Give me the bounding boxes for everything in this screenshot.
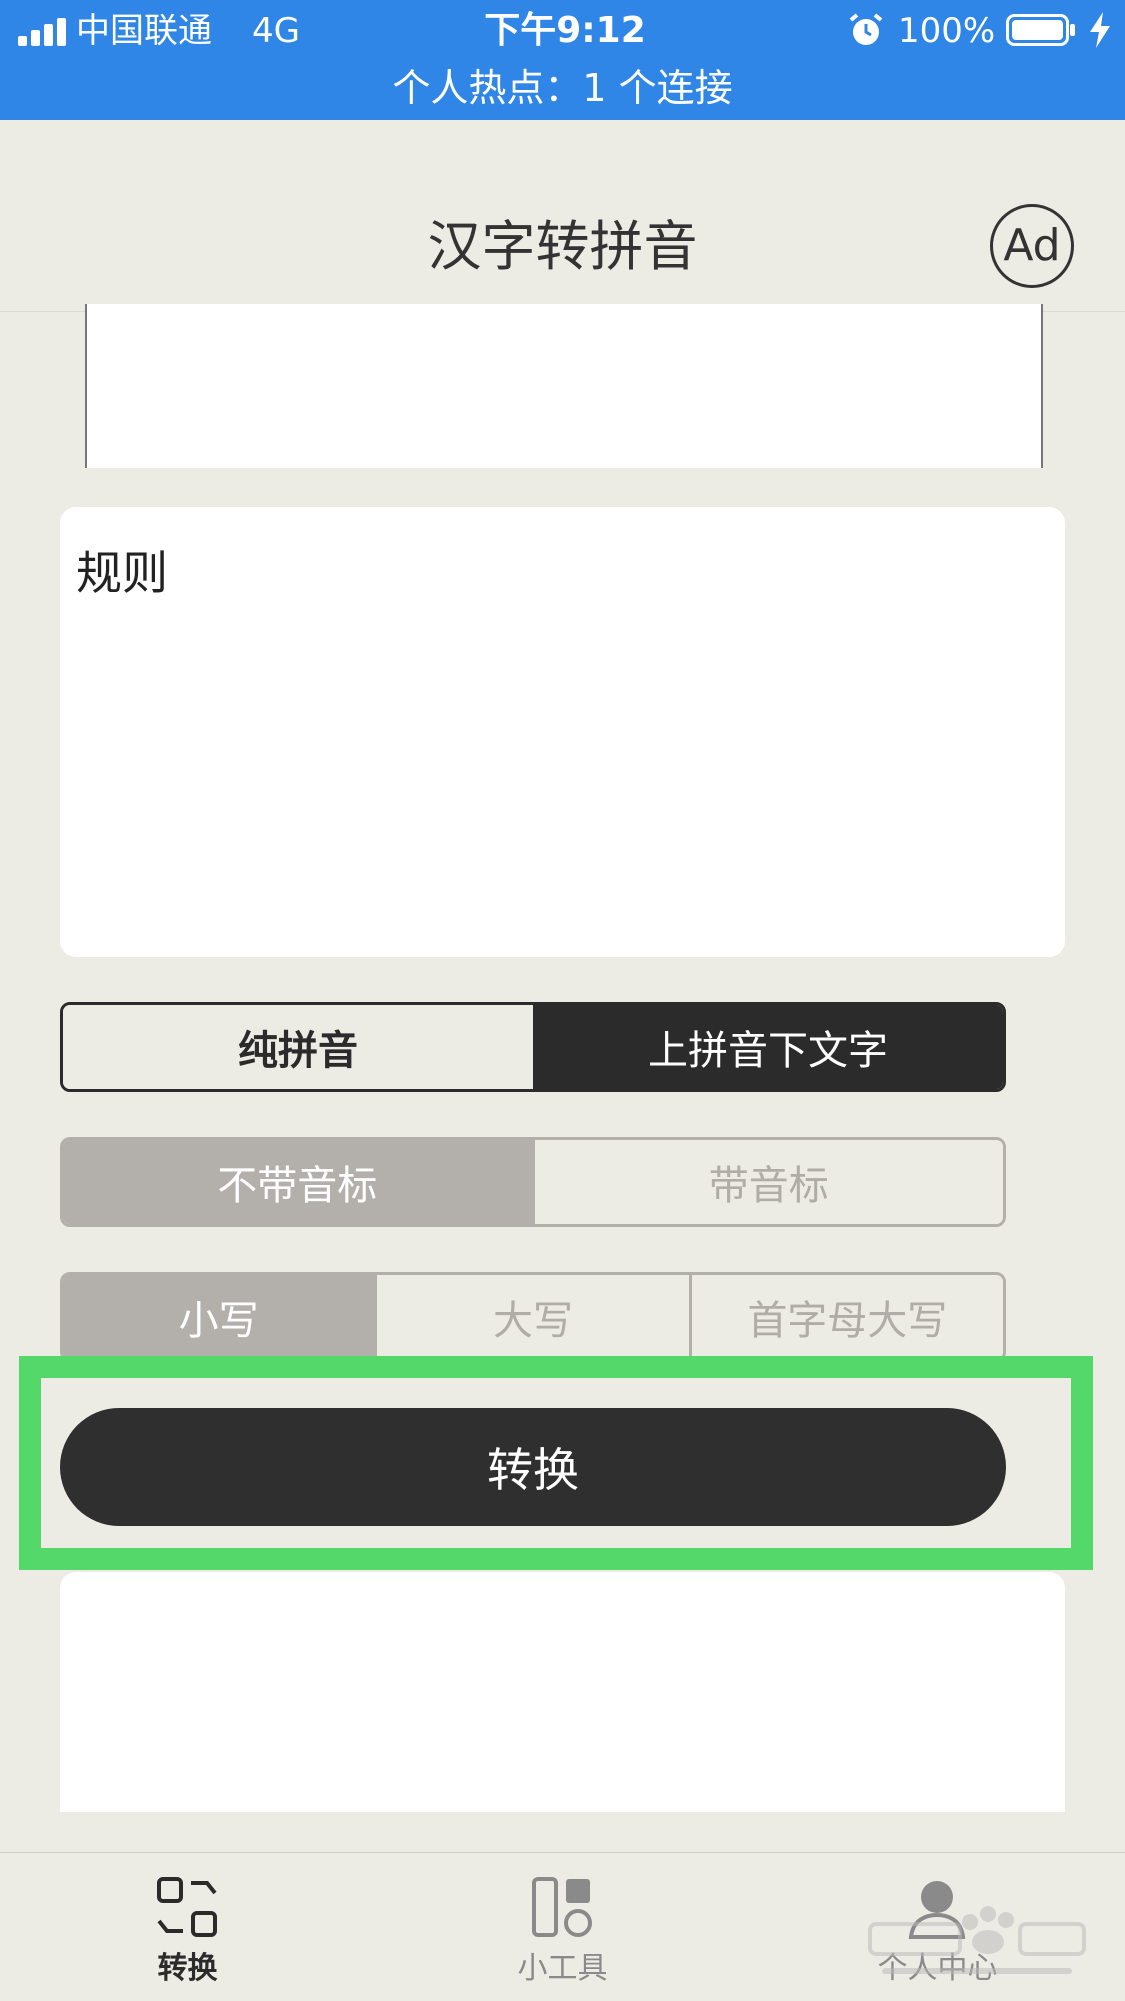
convert-icon (157, 1877, 217, 1937)
ad-button[interactable]: Ad (990, 204, 1074, 288)
battery-percent: 100% (898, 11, 996, 51)
display-mode-segment: 纯拼音 上拼音下文字 (60, 1002, 1006, 1092)
signal-icon (18, 18, 66, 46)
tab-tools[interactable]: 小工具 (375, 1853, 750, 2001)
banner-area (85, 304, 1043, 468)
alarm-icon (849, 13, 883, 45)
option-pinyin-above-text[interactable]: 上拼音下文字 (533, 1005, 1003, 1089)
tools-icon (532, 1877, 592, 1937)
input-textarea[interactable]: 规则 (60, 507, 1065, 957)
tone-mode-segment: 不带音标 带音标 (60, 1137, 1006, 1227)
result-output (60, 1572, 1065, 1812)
tab-convert[interactable]: 转换 (0, 1853, 375, 2001)
charging-icon (1090, 12, 1110, 48)
input-text: 规则 (76, 546, 168, 600)
watermark-logo (868, 1906, 1086, 1974)
network-type: 4G (252, 11, 300, 51)
status-time: 下午9:12 (484, 10, 646, 51)
tab-label: 转换 (157, 1951, 218, 1986)
convert-button[interactable]: 转换 (60, 1408, 1006, 1526)
case-mode-segment: 小写 大写 首字母大写 (60, 1272, 1006, 1362)
battery-icon (1006, 14, 1075, 46)
status-bar: 中国联通 4G 下午9:12 100% 个人热点：1 个连接 (0, 0, 1125, 120)
option-lowercase[interactable]: 小写 (63, 1275, 375, 1359)
nav-bar: 汉字转拼音 Ad (0, 120, 1125, 312)
option-uppercase[interactable]: 大写 (374, 1275, 689, 1359)
tab-label: 小工具 (517, 1951, 608, 1986)
page-title: 汉字转拼音 (427, 215, 698, 278)
option-pure-pinyin[interactable]: 纯拼音 (63, 1005, 533, 1089)
option-with-tone[interactable]: 带音标 (531, 1140, 1003, 1224)
carrier-name: 中国联通 (76, 11, 212, 51)
hotspot-banner[interactable]: 个人热点：1 个连接 (0, 64, 1125, 112)
option-capitalize[interactable]: 首字母大写 (688, 1275, 1003, 1359)
option-no-tone[interactable]: 不带音标 (63, 1140, 532, 1224)
